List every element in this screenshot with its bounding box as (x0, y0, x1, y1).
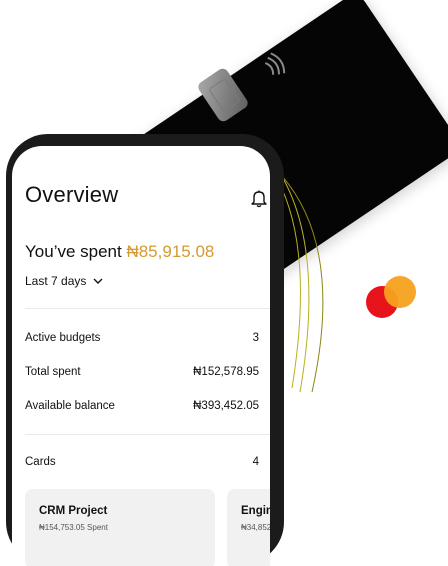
spent-amount: ₦85,915.08 (126, 242, 215, 261)
date-range-dropdown[interactable]: Last 7 days (25, 274, 104, 288)
project-card-engineering[interactable]: Engin ₦34,852 (227, 489, 270, 566)
stat-label: Available balance (25, 400, 115, 412)
stat-value: 3 (252, 332, 259, 344)
spent-summary: You’ve spent ₦85,915.08 (25, 242, 214, 262)
divider (25, 308, 270, 309)
project-card-subtitle: ₦154,753.05 Spent (39, 523, 108, 532)
stat-label: Active budgets (25, 332, 101, 344)
stat-value: ₦393,452.05 (193, 400, 259, 412)
cards-count: 4 (252, 456, 259, 468)
divider (25, 434, 270, 435)
mastercard-logo (366, 276, 422, 320)
stat-value: ₦152,578.95 (193, 366, 259, 378)
project-card-subtitle: ₦34,852 (241, 523, 270, 532)
page-title: Overview (25, 182, 119, 207)
phone-screen: Overview You’ve spent ₦85,915.08 Last 7 … (12, 146, 270, 566)
cards-label: Cards (25, 456, 56, 468)
spent-label: You’ve spent (25, 242, 127, 261)
stat-label: Total spent (25, 366, 81, 378)
date-range-label: Last 7 days (25, 274, 87, 288)
chevron-down-icon (93, 278, 103, 284)
bell-icon[interactable] (249, 188, 269, 208)
project-card-crm[interactable]: CRM Project ₦154,753.05 Spent (25, 489, 215, 566)
cards-section-header[interactable]: Cards 4 (25, 456, 259, 468)
project-card-title: Engin (241, 505, 270, 517)
stat-row-total-spent: Total spent ₦152,578.95 (25, 366, 259, 378)
stat-row-available-balance: Available balance ₦393,452.05 (25, 400, 259, 412)
project-card-title: CRM Project (39, 505, 108, 517)
stat-row-active-budgets: Active budgets 3 (25, 332, 259, 344)
